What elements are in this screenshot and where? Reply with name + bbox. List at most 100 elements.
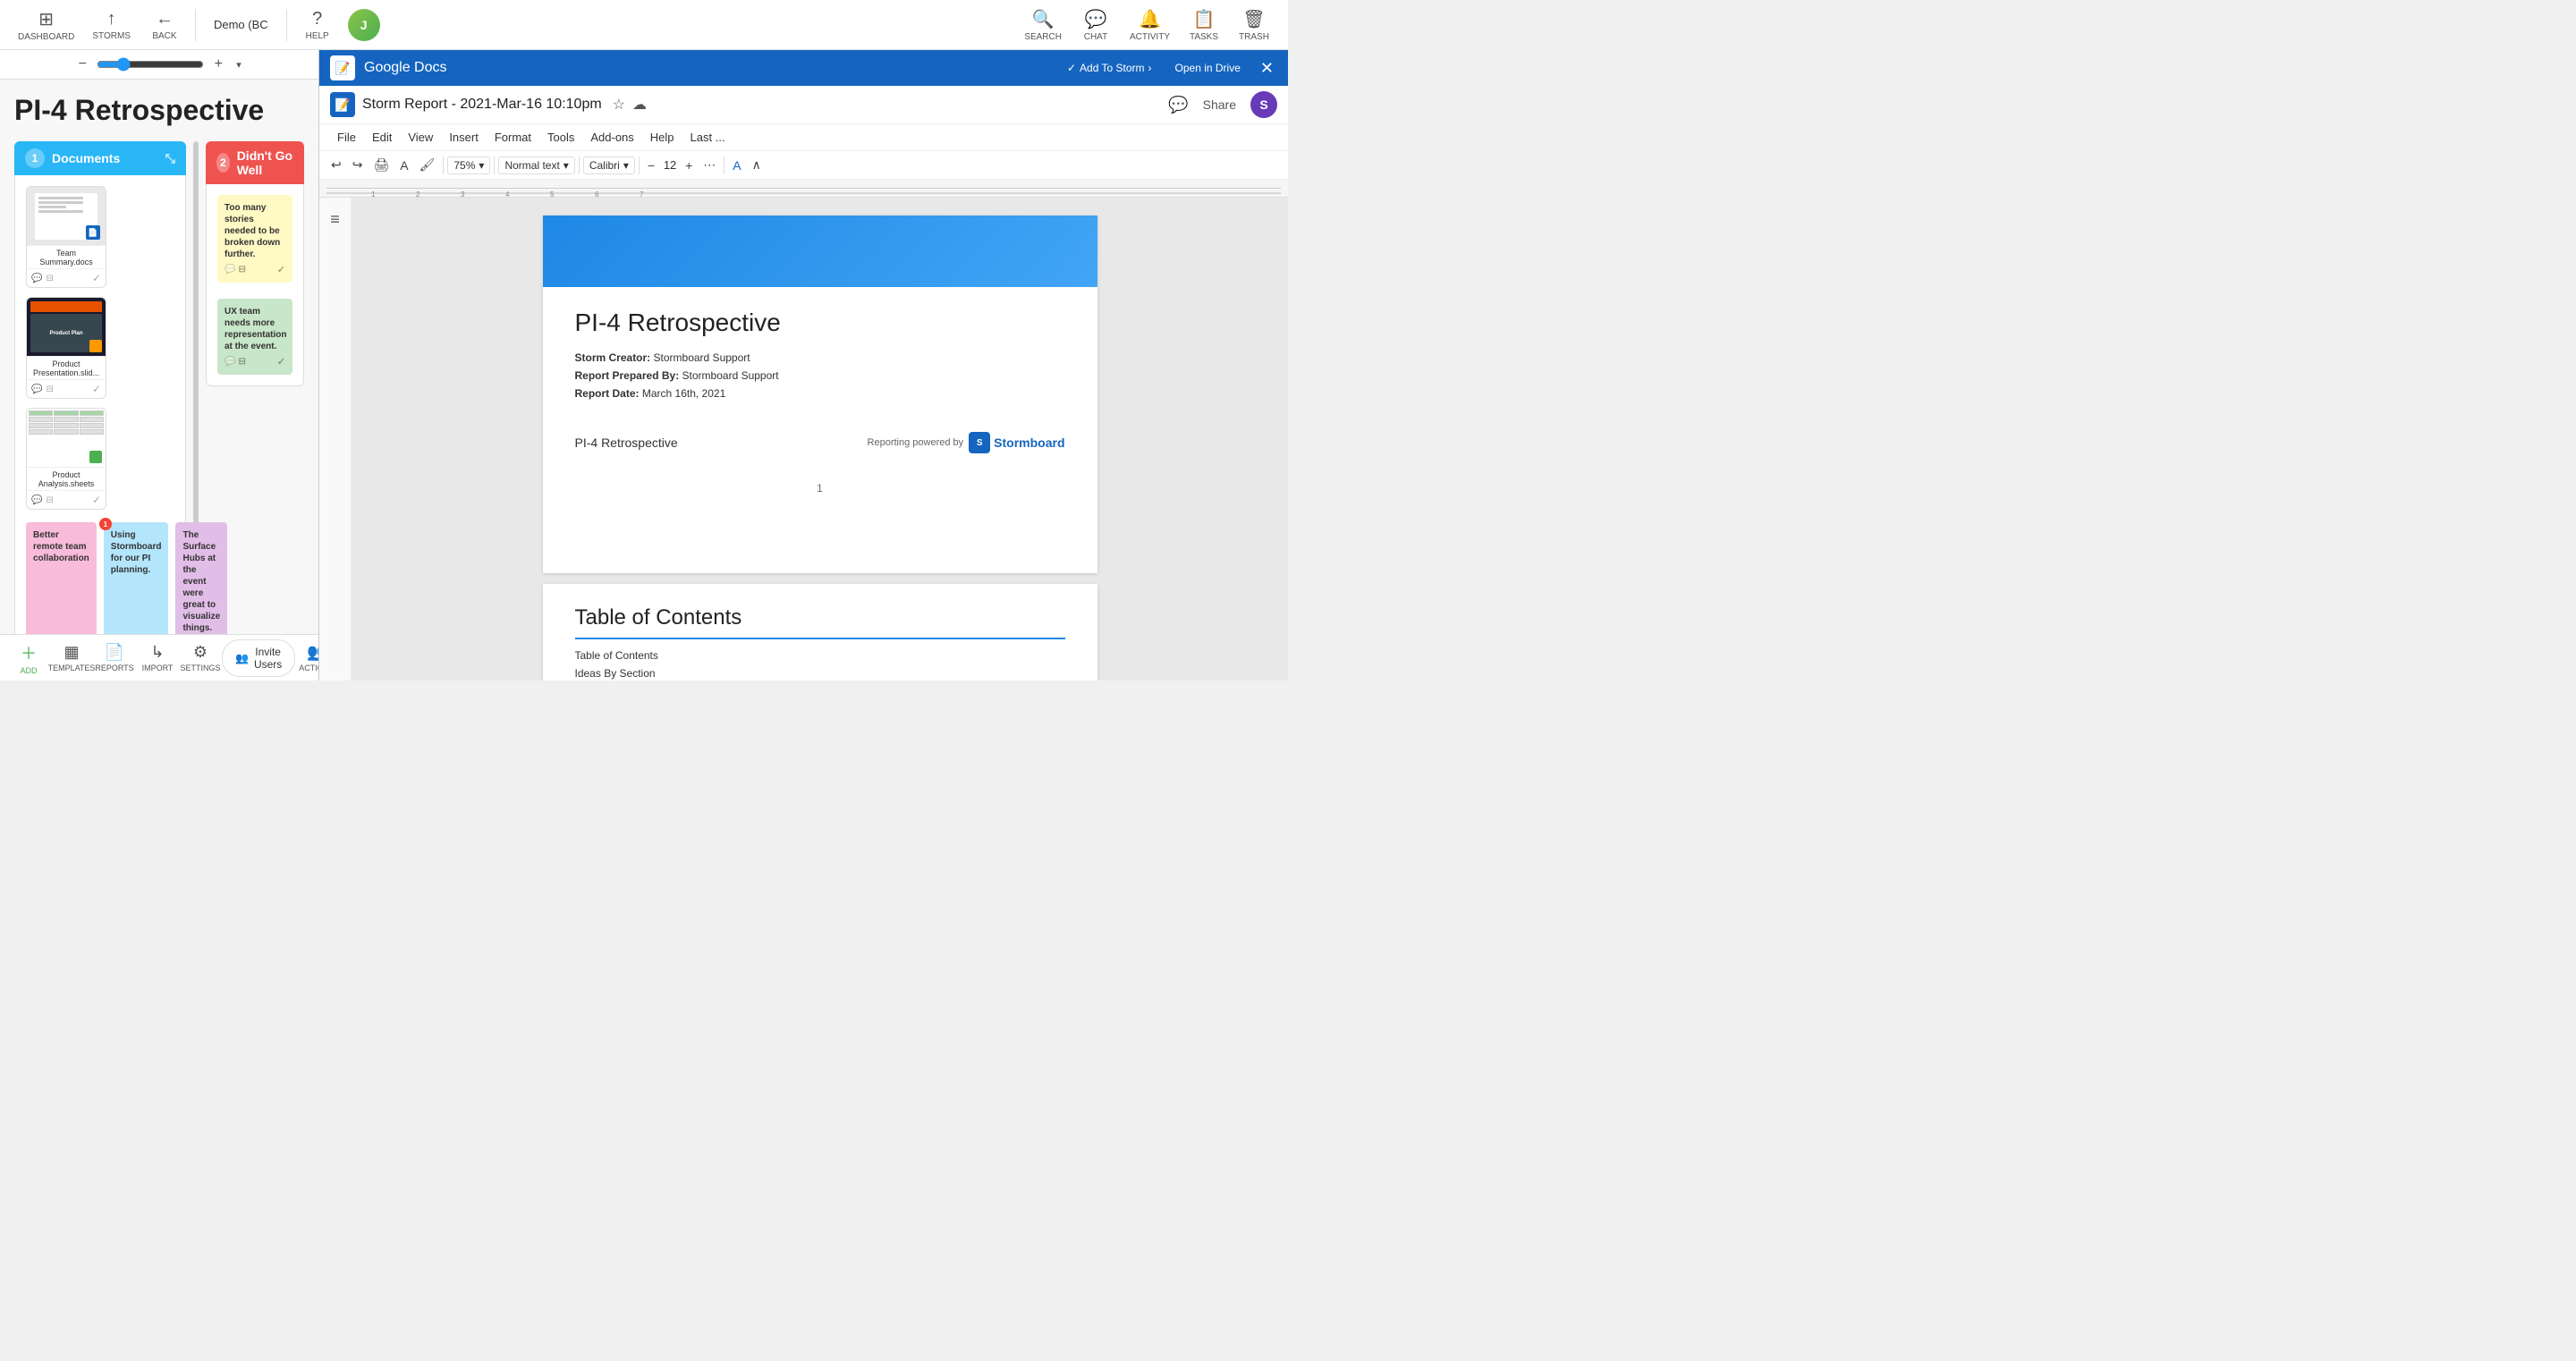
gdocs-menu-view[interactable]: View	[401, 128, 440, 147]
nav-trash[interactable]: 🗑 TRASH	[1231, 4, 1277, 46]
too-many-check-icon[interactable]: ✓	[277, 264, 285, 275]
nav-activity[interactable]: 🔔 ACTIVITY	[1123, 4, 1177, 46]
doc-card-product-analysis[interactable]: Product Analysis.sheets 💬 ⊟ ✓	[26, 408, 106, 510]
gdocs-doc-title[interactable]: Storm Report - 2021-Mar-16 10:10pm	[362, 97, 602, 113]
star-icon[interactable]: ☆	[613, 96, 625, 114]
nav-back[interactable]: ← BACK	[141, 5, 188, 45]
gdocs-menu-format[interactable]: Format	[487, 128, 538, 147]
doc-line-3	[38, 206, 66, 208]
gdocs-menu-last[interactable]: Last ...	[683, 128, 733, 147]
gdocs-font-decrease-button[interactable]: −	[643, 156, 659, 175]
gdocs-doc-area[interactable]: PI-4 Retrospective Storm Creator: Stormb…	[352, 198, 1288, 680]
gdocs-style-select[interactable]: Normal text ▾	[498, 156, 574, 174]
gdocs-menu-edit[interactable]: Edit	[365, 128, 399, 147]
sticky-stormboard-pi[interactable]: 1 Using Stormboard for our PI planning. …	[104, 522, 169, 634]
gdocs-spellcheck-button[interactable]: A	[395, 156, 412, 175]
user-avatar[interactable]: J	[348, 9, 380, 41]
gdocs-share-button[interactable]: Share	[1196, 94, 1243, 115]
toolbar-divider-1	[443, 156, 444, 174]
bottom-reports-button[interactable]: 📄 REPORTS	[93, 639, 136, 676]
doc-card-team-summary[interactable]: 📄 Team Summary.docs 💬 ⊟ ✓	[26, 186, 106, 288]
zoom-out-button[interactable]: −	[73, 55, 91, 73]
doc-check-icon[interactable]: ✓	[92, 272, 101, 284]
back-icon: ←	[156, 9, 174, 30]
nav-help[interactable]: ? HELP	[294, 5, 341, 45]
toolbar-divider-2	[494, 156, 495, 174]
bottom-templates-button[interactable]: ▦ TEMPLATES	[50, 639, 93, 676]
cloud-icon[interactable]: ☁	[632, 96, 647, 114]
too-many-attach-icon[interactable]: ⊟	[238, 265, 245, 275]
gdocs-preparedby-value: Stormboard Support	[682, 369, 779, 382]
doc-attach-icon[interactable]: ⊟	[46, 274, 53, 283]
outline-icon[interactable]: ≡	[325, 205, 345, 234]
sticky-better-remote[interactable]: Better remote team collaboration 💬 ⊟ ✓	[26, 522, 97, 634]
gdocs-zoom-select[interactable]: 75% ▾	[447, 156, 490, 174]
bottom-import-button[interactable]: ↳ IMPORT	[136, 639, 179, 676]
gdocs-font-increase-button[interactable]: +	[681, 156, 697, 175]
svg-text:1: 1	[371, 190, 376, 199]
toolbar-divider-4	[639, 156, 640, 174]
comment-icon[interactable]: 💬	[1168, 96, 1188, 114]
analysis-check-icon[interactable]: ✓	[92, 494, 101, 506]
nav-dashboard[interactable]: ⊞ DASHBOARD	[11, 4, 81, 46]
section-documents-label: Documents	[52, 151, 120, 165]
sections-container: 1 Documents ⤡	[14, 141, 304, 634]
bottom-actions-button[interactable]: 👥 ACTIONS	[295, 639, 318, 676]
font-chevron-icon: ▾	[623, 159, 629, 172]
nav-storms[interactable]: ↑ STORMS	[85, 5, 138, 45]
sticky-too-many-stories-actions: 💬 ⊟ ✓	[225, 264, 285, 275]
nav-tasks[interactable]: 📋 TASKS	[1181, 4, 1227, 46]
gdocs-redo-button[interactable]: ↪	[348, 155, 368, 175]
gdocs-collapse-button[interactable]: ∧	[748, 155, 766, 175]
gdocs-menubar: File Edit View Insert Format Tools Add-o…	[319, 124, 1288, 151]
gdocs-undo-button[interactable]: ↩	[326, 155, 346, 175]
gdocs-more-button[interactable]: ⋯	[699, 155, 720, 175]
sticky-stormboard-pi-text: Using Stormboard for our PI planning.	[111, 529, 162, 634]
gdocs-powered-by: Reporting powered by S Stormboard	[868, 432, 1065, 453]
sticky-surface-hubs-text: The Surface Hubs at the event were great…	[182, 529, 220, 634]
gdocs-font-select[interactable]: Calibri ▾	[583, 156, 635, 174]
zoom-in-button[interactable]: +	[209, 55, 227, 73]
invite-users-button[interactable]: 👥 Invite Users	[222, 639, 295, 677]
sticky-surface-hubs[interactable]: The Surface Hubs at the event were great…	[175, 522, 227, 634]
analysis-comment-icon[interactable]: 💬	[31, 495, 42, 505]
section-documents-expand-icon[interactable]: ⤡	[165, 151, 175, 166]
ux-comment-icon[interactable]: 💬	[225, 357, 235, 367]
sticky-ux-team[interactable]: UX team needs more representation at the…	[217, 299, 292, 375]
gdocs-date-value: March 16th, 2021	[642, 387, 725, 400]
gdocs-menu-insert[interactable]: Insert	[442, 128, 486, 147]
presentation-comment-icon[interactable]: 💬	[31, 385, 42, 394]
analysis-attach-icon[interactable]: ⊟	[46, 495, 53, 505]
gdocs-menu-tools[interactable]: Tools	[540, 128, 581, 147]
gdocs-menu-file[interactable]: File	[330, 128, 363, 147]
ux-check-icon[interactable]: ✓	[277, 356, 285, 368]
presentation-attach-icon[interactable]: ⊟	[46, 385, 53, 394]
zoom-dropdown[interactable]: ▾	[233, 57, 245, 72]
too-many-comment-icon[interactable]: 💬	[225, 265, 235, 275]
doc-comment-icon[interactable]: 💬	[31, 274, 42, 283]
gdocs-open-in-drive-button[interactable]: Open in Drive	[1168, 58, 1248, 78]
zoom-slider[interactable]	[97, 57, 204, 72]
nav-chat[interactable]: 💬 CHAT	[1072, 4, 1119, 46]
nav-search[interactable]: 🔍 SEARCH	[1017, 4, 1069, 46]
gdocs-add-to-storm-button[interactable]: ✓ Add To Storm ›	[1060, 58, 1159, 78]
presentation-check-icon[interactable]: ✓	[92, 383, 101, 395]
board-title: PI-4 Retrospective	[14, 94, 304, 127]
sticky-too-many-stories[interactable]: Too many stories needed to be broken dow…	[217, 195, 292, 283]
gdocs-text-color-button[interactable]: A	[728, 156, 745, 175]
gdocs-user-avatar[interactable]: S	[1250, 91, 1277, 118]
sheet-cell	[54, 410, 78, 416]
stormboard-logo-text: Stormboard	[994, 435, 1064, 450]
doc-card-product-presentation[interactable]: Product Plan Product Presentation.slid..…	[26, 297, 106, 399]
gdocs-close-button[interactable]: ✕	[1257, 55, 1277, 81]
gdocs-menu-help[interactable]: Help	[643, 128, 682, 147]
sheet-row-4	[29, 429, 104, 435]
bottom-add-button[interactable]: ＋ ADD	[7, 638, 50, 679]
bottom-settings-button[interactable]: ⚙ SETTINGS	[179, 639, 222, 676]
gdocs-menu-addons[interactable]: Add-ons	[583, 128, 640, 147]
gdocs-print-button[interactable]: 🖨	[369, 155, 394, 175]
doc-line-1	[38, 197, 83, 199]
sticky-too-many-stories-text: Too many stories needed to be broken dow…	[225, 202, 285, 260]
gdocs-paintformat-button[interactable]: 🖌	[415, 155, 440, 175]
ux-attach-icon[interactable]: ⊟	[238, 357, 245, 367]
